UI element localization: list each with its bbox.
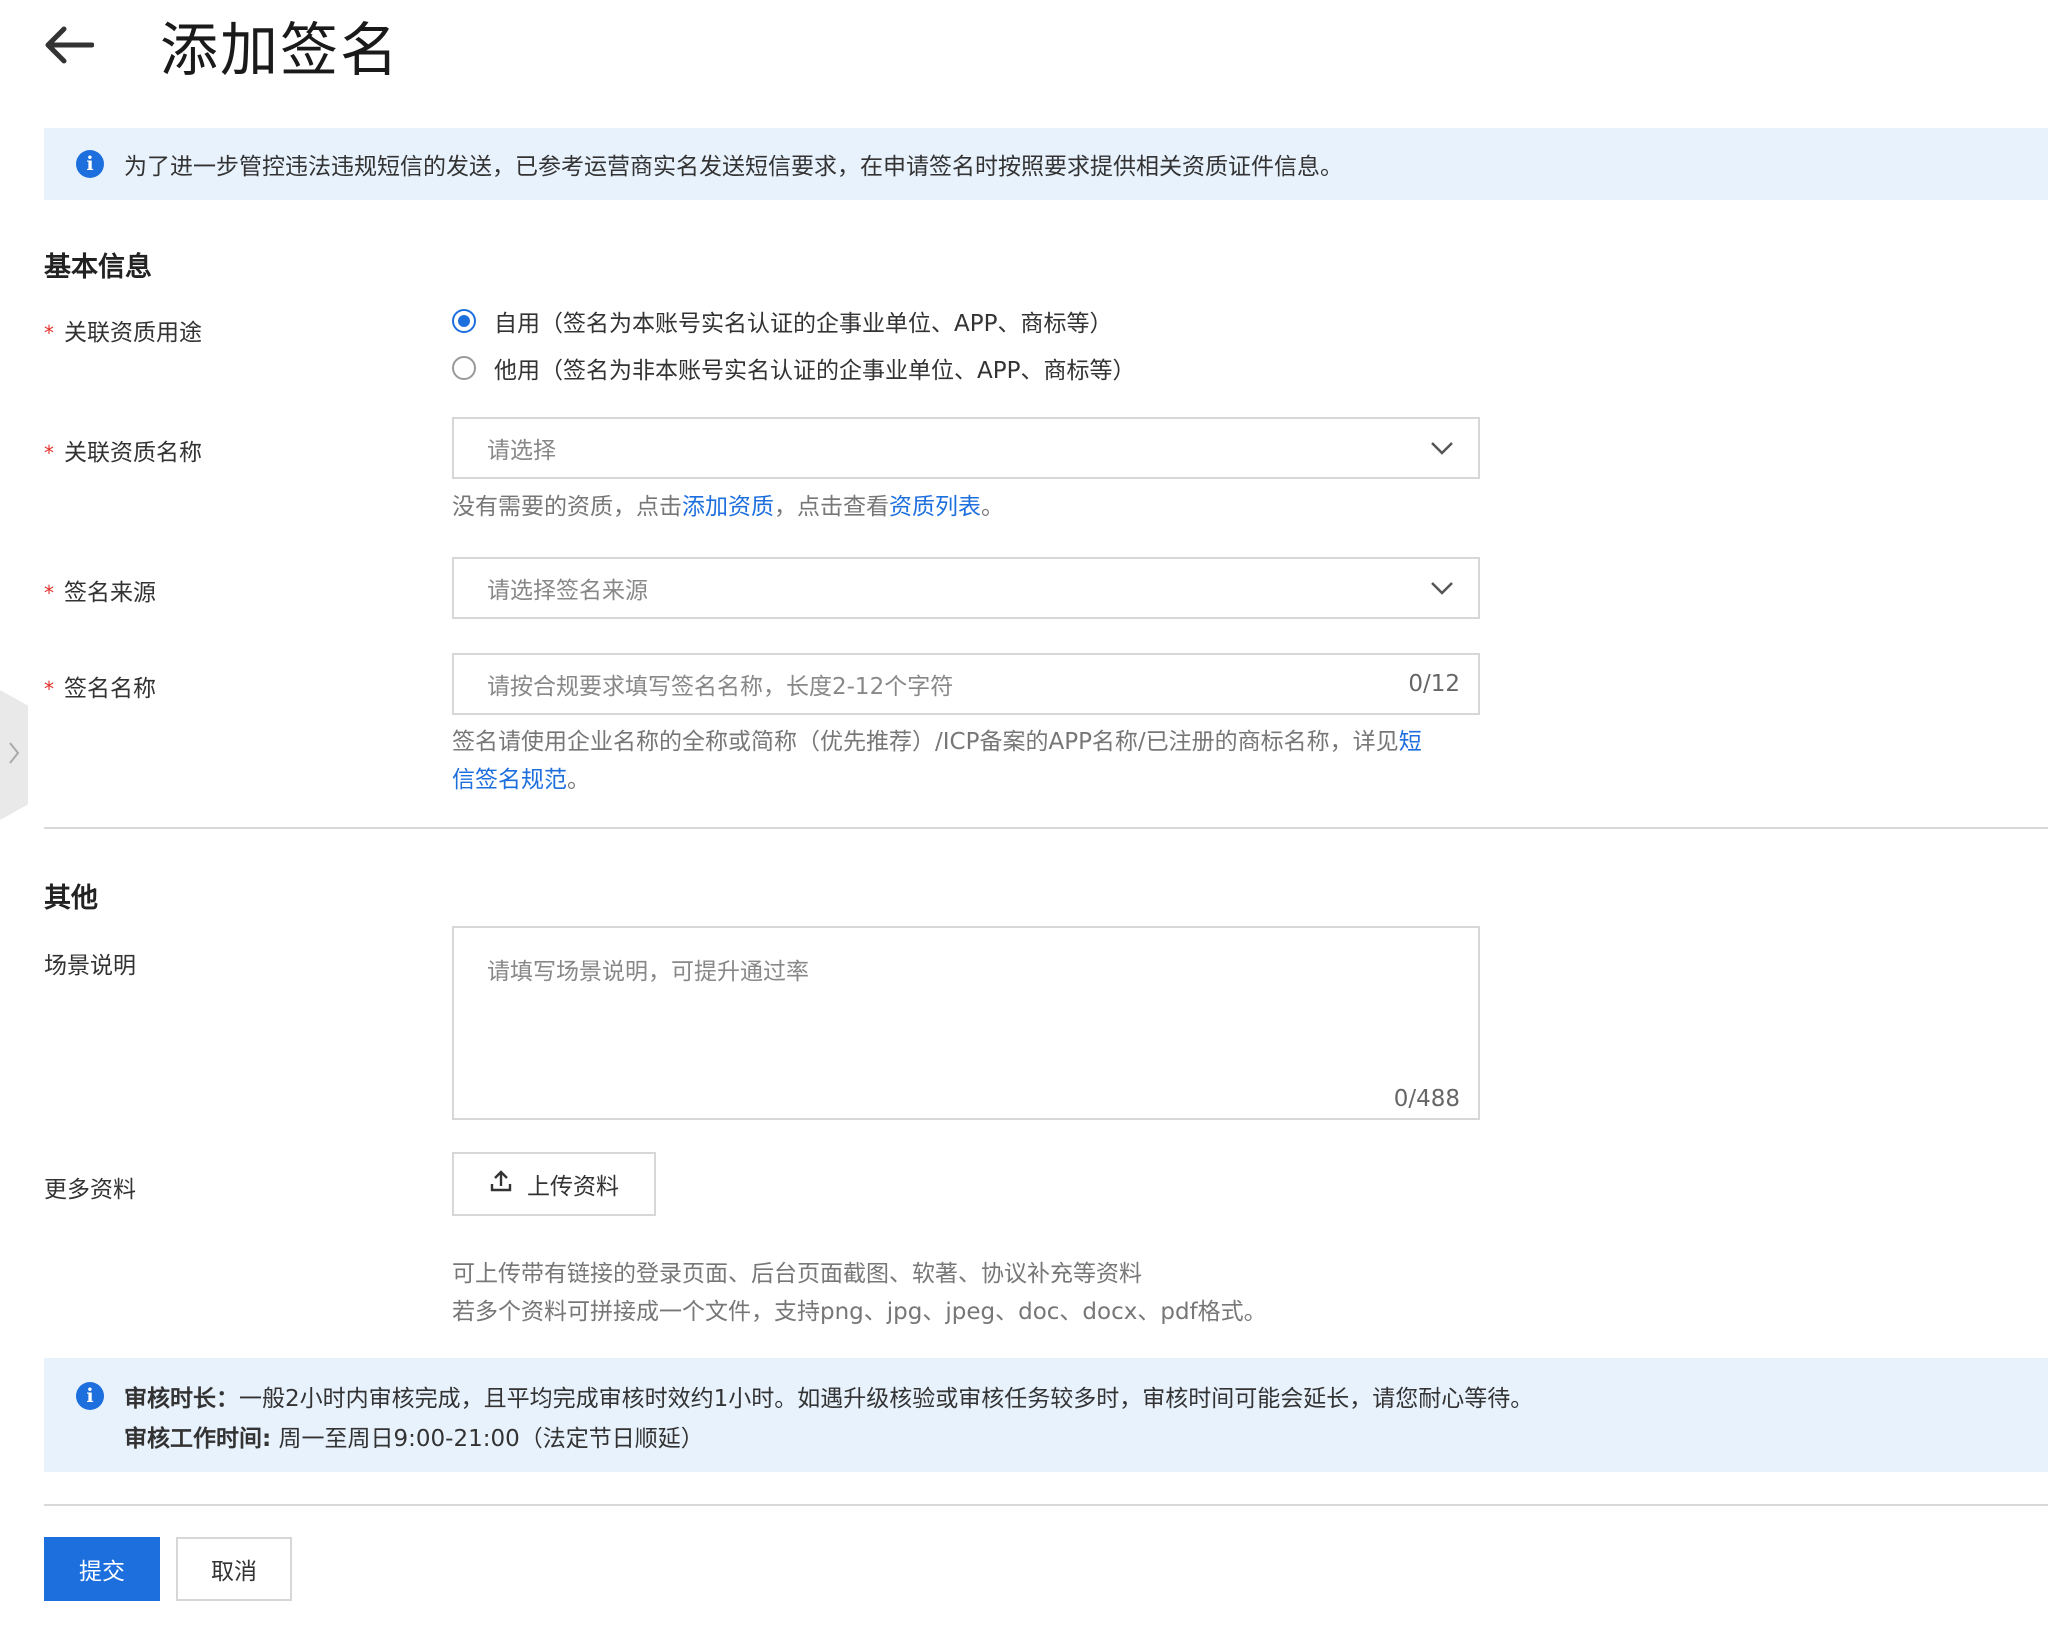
signature-name-label: * 签名名称	[44, 676, 156, 702]
signature-name-placeholder: 请按合规要求填写签名名称，长度2-12个字符	[487, 674, 954, 700]
required-mark: *	[44, 581, 54, 605]
radio-other-use[interactable]: 他用（签名为非本账号实名认证的企事业单位、APP、商标等）	[452, 351, 1135, 385]
radio-label-other-use: 他用（签名为非本账号实名认证的企事业单位、APP、商标等）	[494, 358, 1136, 384]
char-counter: 0/12	[1408, 671, 1460, 697]
required-mark: *	[44, 321, 54, 345]
section-title-basic: 基本信息	[44, 252, 152, 283]
footer-divider	[44, 1504, 2048, 1506]
chevron-down-icon	[1430, 576, 1454, 600]
char-counter: 0/488	[1393, 1086, 1460, 1112]
radio-self-use[interactable]: 自用（签名为本账号实名认证的企事业单位、APP、商标等）	[452, 304, 1112, 338]
signature-name-input[interactable]: 请按合规要求填写签名名称，长度2-12个字符 0/12	[452, 653, 1480, 715]
submit-button[interactable]: 提交	[44, 1537, 160, 1601]
info-icon: i	[76, 150, 104, 178]
compliance-notice: i 为了进一步管控违法违规短信的发送，已参考运营商实名发送短信要求，在申请签名时…	[44, 128, 2048, 200]
back-arrow-icon[interactable]	[40, 17, 96, 73]
chevron-down-icon	[1430, 436, 1454, 460]
qualification-label: * 关联资质名称	[44, 440, 202, 466]
sms-signature-spec-link-cont[interactable]: 信签名规范	[452, 767, 567, 793]
notice-text: 为了进一步管控违法违规短信的发送，已参考运营商实名发送短信要求，在申请签名时按照…	[124, 154, 1343, 180]
radio-button-checked[interactable]	[452, 309, 476, 333]
page-header: 添加签名	[40, 5, 400, 85]
source-label: * 签名来源	[44, 580, 156, 606]
upload-label: 上传资料	[527, 1174, 619, 1200]
radio-button-unchecked[interactable]	[452, 356, 476, 380]
page-title: 添加签名	[160, 16, 401, 84]
source-placeholder: 请选择签名来源	[487, 578, 648, 604]
radio-label-self-use: 自用（签名为本账号实名认证的企事业单位、APP、商标等）	[494, 311, 1113, 337]
scene-textarea[interactable]: 请填写场景说明，可提升通过率 0/488	[452, 926, 1480, 1120]
upload-icon	[489, 1169, 527, 1199]
review-hours-label: 审核工作时间:	[124, 1426, 272, 1452]
scene-placeholder: 请填写场景说明，可提升通过率	[487, 959, 809, 985]
add-qualification-link[interactable]: 添加资质	[682, 494, 774, 520]
info-icon: i	[76, 1382, 104, 1410]
cancel-button[interactable]: 取消	[176, 1537, 292, 1601]
qualification-select[interactable]: 请选择	[452, 417, 1480, 479]
side-expand-tab[interactable]	[0, 690, 28, 820]
section-divider	[44, 827, 2048, 829]
review-duration-label: 审核时长：	[124, 1386, 239, 1412]
section-title-other: 其他	[44, 883, 98, 914]
scene-label: 场景说明	[44, 953, 136, 979]
required-mark: *	[44, 441, 54, 465]
sms-signature-spec-link[interactable]: 短	[1399, 729, 1422, 755]
signature-name-help: 签名请使用企业名称的全称或简称（优先推荐）/ICP备案的APP名称/已注册的商标…	[452, 729, 1422, 793]
upload-help: 可上传带有链接的登录页面、后台页面截图、软著、协议补充等资料 若多个资料可拼接成…	[452, 1261, 1267, 1325]
qualification-list-link[interactable]: 资质列表	[889, 494, 981, 520]
review-time-notice: i 审核时长：一般2小时内审核完成，且平均完成审核时效约1小时。如遇升级核验或审…	[44, 1358, 2048, 1472]
qualification-help: 没有需要的资质，点击添加资质，点击查看资质列表。	[452, 494, 1004, 520]
usage-label: * 关联资质用途	[44, 320, 202, 346]
chevron-right-icon	[7, 740, 21, 770]
more-materials-label: 更多资料	[44, 1177, 136, 1203]
source-select[interactable]: 请选择签名来源	[452, 557, 1480, 619]
qualification-placeholder: 请选择	[487, 438, 556, 464]
upload-button[interactable]: 上传资料	[452, 1152, 656, 1216]
required-mark: *	[44, 677, 54, 701]
